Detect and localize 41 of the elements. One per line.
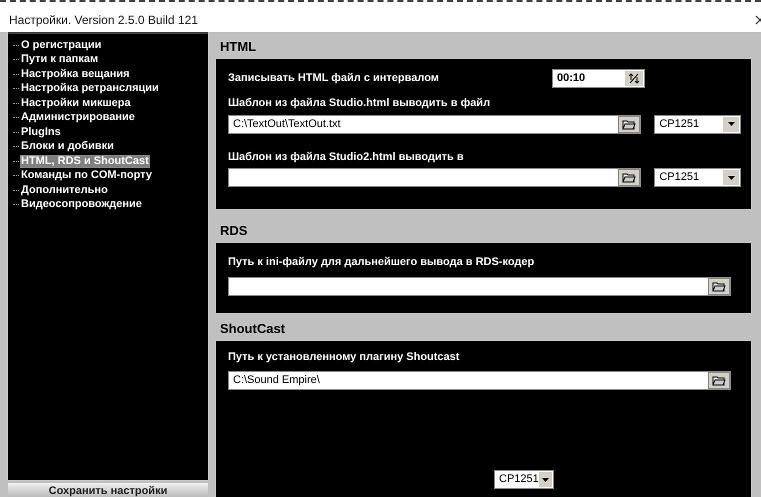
tree-item[interactable]: Пути к папкам (20, 53, 100, 66)
folder-icon[interactable] (618, 116, 640, 132)
path-field[interactable] (228, 168, 642, 187)
interval-field[interactable]: 00:10 (552, 69, 645, 88)
encoding-dropdown[interactable]: CP1251 (654, 168, 741, 187)
close-icon[interactable] (755, 15, 761, 25)
tree-item[interactable]: Настройка вещания (20, 68, 131, 81)
section-title: HTML (219, 38, 258, 56)
tree-item[interactable]: Настройка ретрансляции (20, 82, 160, 96)
spinner-icon[interactable] (625, 71, 643, 86)
folder-icon[interactable] (708, 278, 730, 294)
save-button[interactable]: Сохранить настройки (8, 483, 208, 497)
tree-item[interactable]: О регистрации (20, 38, 102, 52)
field-label: Шаблон из файла Studio2.html выводить в (228, 150, 465, 164)
folder-icon[interactable] (618, 169, 640, 186)
field-label: Путь к ini-файлу для дальнейшего вывода в RDS-кодер (228, 255, 536, 270)
field-label: Записывать HTML файл с интервалом (228, 71, 440, 86)
caret-icon (538, 472, 552, 487)
path-value: C:\TextOut\TextOut.txt (233, 116, 342, 132)
field-label: Шаблон из файла Studio.html выводить в файл (228, 96, 492, 111)
path-field[interactable] (228, 276, 731, 296)
path-field[interactable]: C:\TextOut\TextOut.txt (228, 114, 642, 134)
tree-item[interactable]: Дополнительно (20, 184, 109, 197)
tree-item[interactable]: PlugIns (20, 126, 62, 139)
tree-item[interactable]: Команды по COM-порту (20, 169, 153, 182)
encoding-dropdown[interactable]: CP1251 (654, 114, 741, 134)
folder-icon[interactable] (708, 372, 730, 388)
tree-item[interactable]: Настройки микшера (20, 96, 132, 110)
path-value: C:\Sound Empire\ (233, 372, 321, 388)
caret-icon (723, 116, 739, 132)
field-label: Путь к установленному плагину Shoutcast (228, 350, 460, 365)
tree-item[interactable]: Блоки и добивки (20, 140, 115, 154)
tree-item[interactable]: Администрирование (20, 111, 136, 124)
encoding-dropdown[interactable]: CP1251 (494, 470, 554, 489)
tree-item[interactable]: Видеосопровождение (20, 198, 143, 212)
tree-item[interactable]: HTML, RDS и ShoutCast (20, 154, 150, 168)
section-title: ShoutCast (219, 320, 286, 338)
section-title: RDS (219, 222, 248, 240)
path-field[interactable]: C:\Sound Empire\ (228, 370, 731, 390)
caret-icon (723, 170, 739, 185)
window-title: Настройки. Version 2.5.0 Build 121 (9, 12, 198, 29)
